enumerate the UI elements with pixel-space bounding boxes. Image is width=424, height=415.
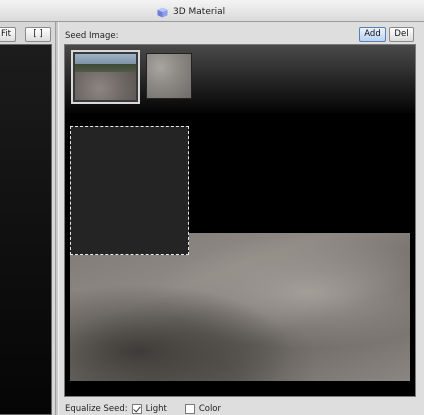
seed-thumbnail-selected[interactable] [71,50,140,104]
seed-texture-image [70,233,410,381]
thumbnail-strip [65,45,415,113]
color-checkbox[interactable] [184,404,195,414]
cube-icon [157,6,168,18]
fullscreen-button[interactable]: [ ] [25,27,51,42]
window-title-text: 3D Material [173,7,226,17]
thumbnail-trees [75,64,136,72]
light-label: Light [145,404,167,414]
dirt-road-thumbnail-image [75,54,136,100]
add-seed-button[interactable]: Add [359,27,386,42]
seed-image-label: Seed Image: [65,31,119,41]
selection-rectangle[interactable] [70,126,189,255]
preview-viewport[interactable] [0,44,52,415]
light-checkbox[interactable] [131,404,142,414]
delete-seed-button[interactable]: Del [389,27,414,42]
color-label: Color [198,404,222,414]
equalize-seed-label: Equalize Seed: [65,404,128,414]
fit-button[interactable]: Fit [0,27,16,42]
window-title: 3D Material [157,5,225,19]
title-bar: 3D Material [0,0,424,22]
seed-thumbnail[interactable] [146,53,192,99]
seed-image-viewport[interactable] [64,44,416,397]
equalize-seed-row: Equalize Seed: Light Color [65,404,221,414]
